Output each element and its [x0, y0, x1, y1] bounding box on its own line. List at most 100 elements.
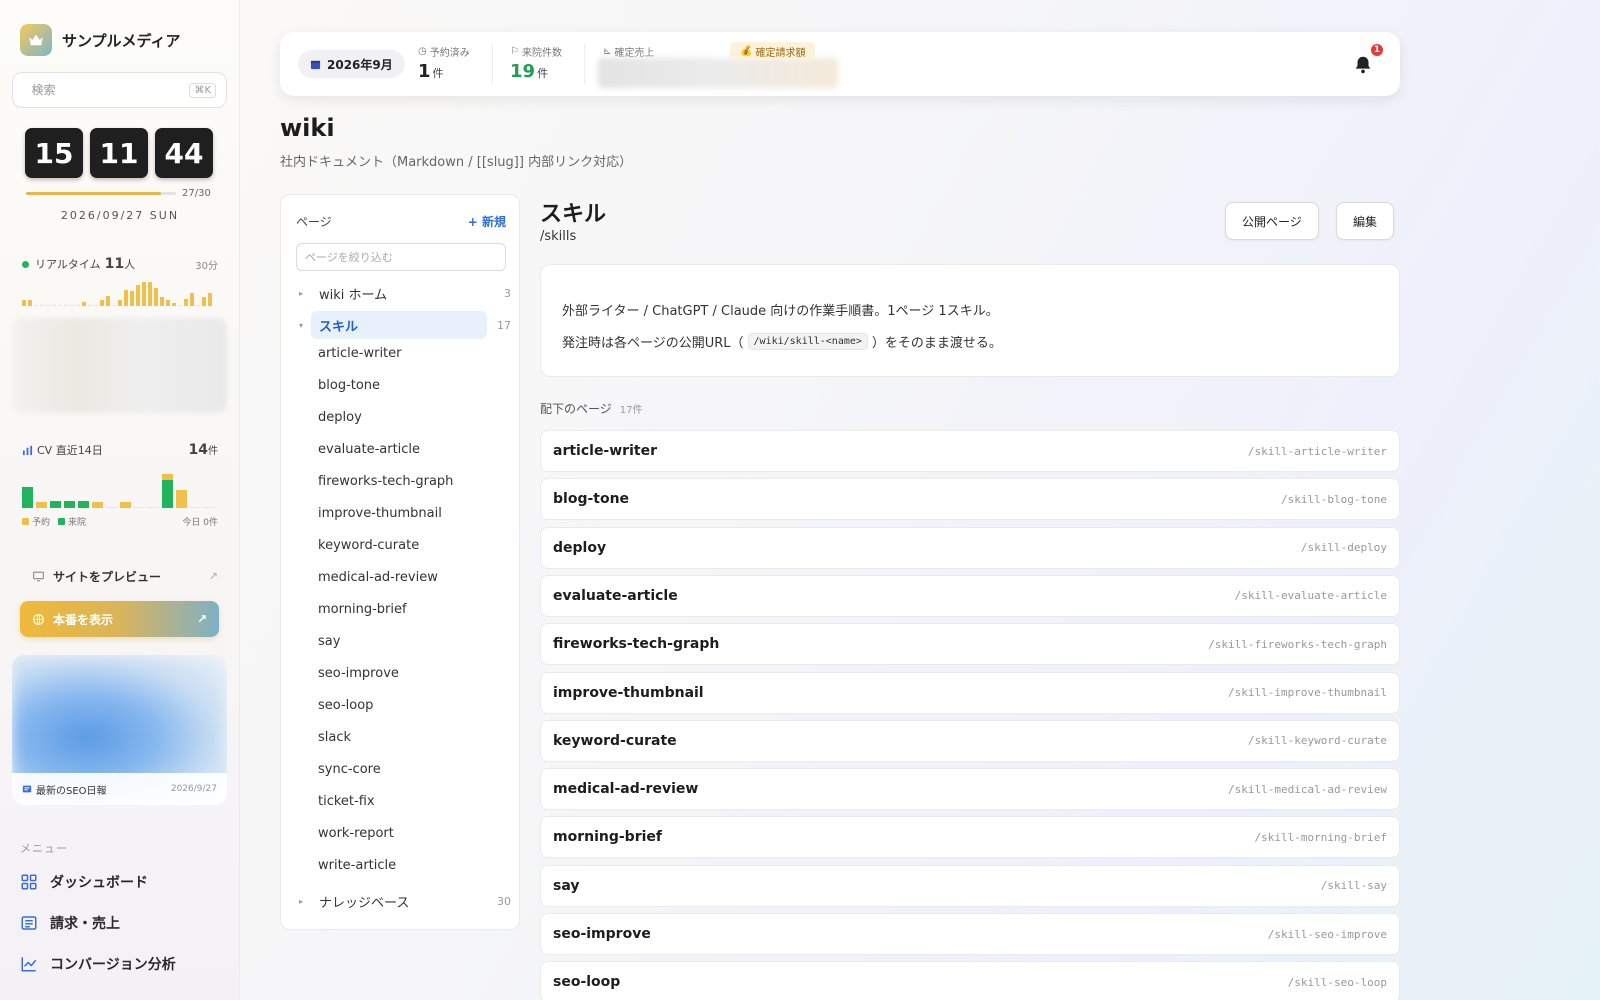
caret-right-icon[interactable]: ▸	[291, 897, 311, 906]
realtime-count: 11	[104, 256, 125, 272]
child-page-row[interactable]: blog-tone/skill-blog-tone	[540, 478, 1400, 521]
menu-item-conversion[interactable]: コンバージョン分析	[20, 954, 176, 974]
sparkline-bar	[52, 305, 56, 306]
grid-icon	[21, 874, 37, 890]
tree-child-item[interactable]: morning-brief	[318, 599, 407, 619]
sparkline-bar	[202, 297, 206, 306]
search-input[interactable]	[31, 83, 182, 97]
caret-down-icon[interactable]: ▾	[291, 321, 311, 330]
clock-minutes: 11	[90, 128, 148, 178]
tree-child-item[interactable]: keyword-curate	[318, 535, 419, 555]
tree-child-item[interactable]: evaluate-article	[318, 439, 420, 459]
tree-child-item[interactable]: article-writer	[318, 343, 402, 363]
view-production-label: 本番を表示	[53, 612, 114, 627]
realtime-unit: 人	[124, 258, 136, 271]
child-page-row[interactable]: say/skill-say	[540, 864, 1400, 907]
tree-item-knowledge-base[interactable]: ▸ ナレッジベース 30	[291, 887, 511, 915]
sparkline-bar	[160, 297, 164, 306]
child-page-row[interactable]: deploy/skill-deploy	[540, 526, 1400, 569]
stat-reserved-value: 1	[418, 61, 431, 82]
child-page-row[interactable]: keyword-curate/skill-keyword-curate	[540, 719, 1400, 762]
invoice-icon	[21, 916, 37, 930]
bell-icon[interactable]	[1352, 54, 1374, 76]
sidebar: サンプルメディア ⌘K 15 11 44 27/30 2026/09/27 SU…	[0, 0, 240, 1000]
tree-child-item[interactable]: seo-improve	[318, 663, 399, 683]
tree-child-item[interactable]: deploy	[318, 407, 362, 427]
child-page-row[interactable]: fireworks-tech-graph/skill-fireworks-tec…	[540, 623, 1400, 666]
cv-legend: 予約 来院 今日 0件	[22, 515, 218, 528]
cv-bar	[148, 507, 159, 508]
stat-sales: ⊾ 確定売上	[603, 44, 654, 59]
sparkline-bar	[76, 305, 80, 306]
tree-child-item[interactable]: medical-ad-review	[318, 567, 438, 587]
seo-report-card[interactable]: 最新のSEO日報 2026/9/27	[12, 655, 227, 805]
month-selector[interactable]: 2026年9月	[298, 50, 405, 78]
tree-child-item[interactable]: sync-core	[318, 759, 381, 779]
page-filter-input[interactable]	[296, 243, 506, 271]
realtime-label: リアルタイム	[35, 258, 101, 271]
description-line-2: 発注時は各ページの公開URL（/wiki/skill-<name> ）をそのまま渡…	[562, 325, 1378, 357]
menu-item-dashboard[interactable]: ダッシュボード	[20, 872, 148, 892]
billing-label: 確定請求額	[755, 47, 806, 59]
tree-child-item[interactable]: write-article	[318, 855, 396, 875]
search-box[interactable]: ⌘K	[12, 72, 227, 108]
tree-item-wiki-home[interactable]: ▸ wiki ホーム 3	[291, 279, 511, 307]
tree-child-item[interactable]: fireworks-tech-graph	[318, 471, 453, 491]
child-page-row[interactable]: seo-loop/skill-seo-loop	[540, 961, 1400, 1000]
child-page-row[interactable]: evaluate-article/skill-evaluate-article	[540, 574, 1400, 617]
child-page-row[interactable]: article-writer/skill-article-writer	[540, 430, 1400, 472]
child-page-row[interactable]: morning-brief/skill-morning-brief	[540, 816, 1400, 859]
child-page-path: /skill-seo-improve	[1267, 927, 1387, 941]
tree-child-item[interactable]: say	[318, 631, 340, 651]
edit-button[interactable]: 編集	[1336, 202, 1395, 240]
site-preview-link[interactable]: サイトをプレビュー ↗	[32, 568, 218, 585]
external-link-icon: ↗	[208, 570, 218, 583]
sparkline-bar	[154, 288, 158, 306]
tree-item-label: ナレッジベース	[319, 895, 410, 911]
detail-title: スキル	[540, 202, 607, 227]
child-page-row[interactable]: medical-ad-review/skill-medical-ad-revie…	[540, 768, 1400, 811]
child-page-name: morning-brief	[553, 829, 662, 846]
child-pages-header: 配下のページ 17件	[540, 400, 643, 417]
sparkline-bar	[172, 303, 176, 306]
child-page-row[interactable]: seo-improve/skill-seo-improve	[540, 913, 1400, 955]
sparkline-bar	[166, 300, 170, 306]
child-page-row[interactable]: improve-thumbnail/skill-improve-thumbnai…	[540, 671, 1400, 714]
site-preview-label: サイトをプレビュー	[53, 570, 162, 584]
detail-slug: /skills	[540, 229, 577, 244]
sparkline-bar	[46, 305, 50, 306]
menu-title: メニュー	[20, 842, 68, 855]
tree-child-item[interactable]: ticket-fix	[318, 791, 375, 811]
sparkline-bar	[112, 305, 116, 306]
bar-chart-icon	[22, 445, 33, 455]
sparkline-bar	[88, 305, 92, 306]
tree-child-item[interactable]: work-report	[318, 823, 394, 843]
child-page-name: keyword-curate	[553, 732, 677, 749]
child-page-path: /skill-improve-thumbnail	[1228, 686, 1387, 699]
sparkline-bar	[34, 305, 38, 306]
billing-tag: 💰 確定請求額	[730, 42, 816, 60]
tree-child-item[interactable]: improve-thumbnail	[318, 503, 442, 523]
cv-bar	[50, 501, 61, 508]
sparkline-bar	[208, 292, 212, 306]
menu-item-billing[interactable]: 請求・売上	[20, 913, 120, 933]
brand[interactable]: サンプルメディア	[20, 24, 181, 56]
child-page-name: seo-improve	[553, 926, 651, 942]
public-page-button[interactable]: 公開ページ	[1225, 202, 1319, 240]
blurred-sales-value	[598, 58, 838, 88]
sparkline-bar	[28, 300, 32, 306]
sparkline-bar	[196, 305, 200, 306]
search-shortcut: ⌘K	[189, 82, 216, 98]
child-page-name: improve-thumbnail	[553, 684, 704, 701]
cv-bar	[92, 502, 103, 508]
tree-child-item[interactable]: seo-loop	[318, 695, 373, 715]
caret-right-icon[interactable]: ▸	[291, 289, 311, 298]
view-production-button[interactable]: 本番を表示 ↗	[20, 601, 219, 637]
new-page-button[interactable]: + 新規	[468, 213, 506, 230]
cv-label: CV 直近14日	[37, 444, 103, 457]
stat-visits: ⚐ 来院件数 19 件	[510, 44, 562, 82]
sparkline-bar	[22, 300, 26, 306]
tree-child-item[interactable]: slack	[318, 727, 351, 747]
tree-item-skills[interactable]: ▾ スキル 17	[291, 311, 511, 339]
tree-child-item[interactable]: blog-tone	[318, 375, 380, 395]
